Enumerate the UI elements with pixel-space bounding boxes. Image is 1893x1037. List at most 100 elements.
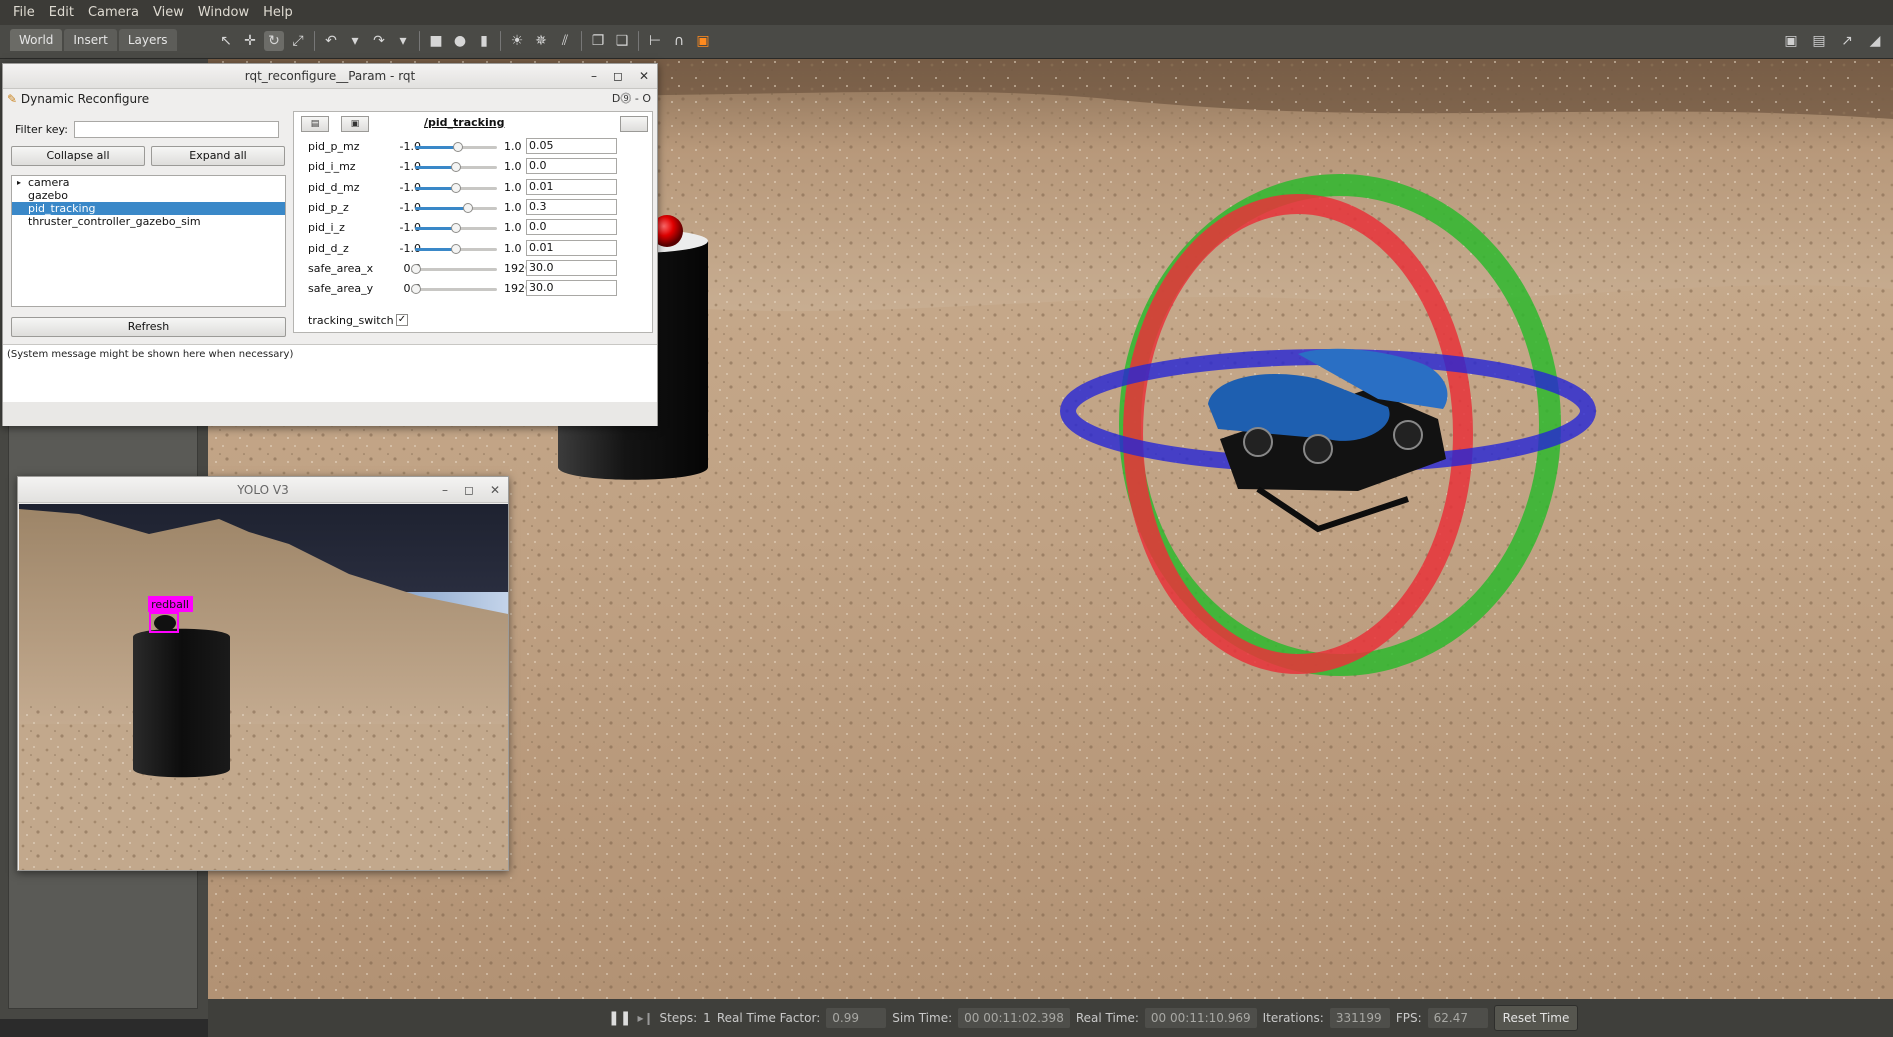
collapse-icon[interactable]: ◢ (1865, 31, 1885, 51)
param-value-input[interactable]: 0.01 (526, 178, 617, 195)
toolbar-divider (581, 31, 582, 51)
param-slider[interactable] (415, 142, 497, 152)
param-slider[interactable] (411, 263, 497, 274)
reset-time-button[interactable]: Reset Time (1493, 1005, 1579, 1031)
slider-handle[interactable] (463, 202, 473, 213)
menu-file[interactable]: File (6, 5, 42, 20)
param-max: 1.0 (504, 160, 522, 174)
spot-light-icon[interactable]: ✵ (531, 31, 551, 51)
param-slider[interactable] (415, 162, 497, 173)
yolo-titlebar[interactable]: YOLO V3 – ◻ ✕ (18, 477, 508, 503)
select-arrow-icon[interactable]: ↖ (216, 31, 236, 51)
slider-handle[interactable] (451, 182, 461, 193)
param-value-input[interactable]: 0.3 (526, 198, 617, 215)
steps-value[interactable]: 1 (703, 1011, 711, 1025)
redo-icon[interactable]: ↷ (369, 31, 389, 51)
param-max: 1.0 (504, 241, 522, 255)
tree-item-pid-tracking[interactable]: pid_tracking (12, 202, 285, 215)
filter-key-input[interactable] (74, 121, 279, 138)
param-value-input[interactable]: 30.0 (526, 259, 617, 276)
slider-handle[interactable] (451, 223, 461, 234)
scale-icon[interactable]: ⤢ (288, 31, 308, 51)
tracking-switch-checkbox[interactable]: ✓ (396, 314, 408, 326)
load-icon[interactable]: ▤ (301, 116, 329, 132)
param-row-pid-i-z: pid_i_z -1.0 1.0 0.0 (308, 219, 653, 237)
detection-label: redball (151, 598, 189, 611)
chevron-right-icon[interactable]: ▸ (17, 176, 21, 189)
param-value-input[interactable]: 30.0 (526, 280, 617, 297)
maximize-icon[interactable]: ◻ (464, 477, 474, 503)
collapse-all-button[interactable]: Collapse all (11, 146, 145, 166)
save-icon[interactable]: ▣ (341, 116, 369, 132)
param-slider[interactable] (415, 243, 497, 254)
real-time-label: Real Time: (1075, 1011, 1139, 1025)
param-max: 1.0 (504, 221, 522, 235)
rtf-label: Real Time Factor: (716, 1011, 821, 1025)
step-icon[interactable]: ▸❙ (637, 1011, 653, 1025)
cylinder-shape-icon[interactable]: ▮ (474, 31, 494, 51)
rqt-status-strip (3, 402, 657, 426)
rqt-titlebar[interactable]: rqt_reconfigure__Param - rqt – ◻ ✕ (3, 64, 657, 89)
menu-bar: File Edit Camera View Window Help (0, 0, 1893, 25)
param-slider[interactable] (411, 284, 497, 295)
expand-all-button[interactable]: Expand all (151, 146, 285, 166)
tab-layers[interactable]: Layers (118, 29, 177, 51)
chevron-down-icon[interactable]: ▾ (393, 31, 413, 51)
iterations-value: 331199 (1329, 1008, 1390, 1028)
rqt-window-title: rqt_reconfigure__Param - rqt (244, 69, 416, 83)
menu-window[interactable]: Window (191, 5, 256, 20)
tab-insert[interactable]: Insert (64, 29, 117, 51)
rotate-icon[interactable]: ↻ (264, 31, 284, 51)
slider-fill (415, 227, 456, 231)
pause-icon[interactable]: ❚❚ (608, 1010, 631, 1026)
maximize-icon[interactable]: ◻ (613, 64, 623, 89)
directional-light-icon[interactable]: ⫽ (555, 31, 575, 51)
param-slider[interactable] (415, 223, 497, 234)
copy-icon[interactable]: ❐ (588, 31, 608, 51)
menu-edit[interactable]: Edit (42, 5, 81, 20)
plot-icon[interactable]: ↗ (1837, 31, 1857, 51)
plugin-controls-icon[interactable]: D⓽ - O (612, 89, 651, 109)
minimize-icon[interactable]: – (442, 477, 448, 503)
param-slider[interactable] (415, 202, 497, 213)
yolo-camera-image: redball (19, 504, 508, 870)
slider-handle[interactable] (451, 162, 461, 173)
close-node-button[interactable] (620, 116, 648, 132)
slider-handle[interactable] (411, 263, 421, 274)
sphere-shape-icon[interactable]: ● (450, 31, 470, 51)
screenshot-camera-icon[interactable]: ▣ (1781, 31, 1801, 51)
param-value-input[interactable]: 0.0 (526, 219, 617, 236)
tree-item-camera[interactable]: ▸ camera (12, 176, 285, 189)
close-icon[interactable]: ✕ (490, 477, 500, 503)
menu-help[interactable]: Help (256, 5, 300, 20)
param-value-input[interactable]: 0.01 (526, 239, 617, 256)
tree-item-gazebo[interactable]: gazebo (12, 189, 285, 202)
minimize-icon[interactable]: – (591, 64, 597, 89)
gazebo-toolbar: World Insert Layers ↖ ✛ ↻ ⤢ ↶ ▾ ↷ ▾ ■ ● … (0, 25, 1893, 59)
align-icon[interactable]: ⊢ (645, 31, 665, 51)
close-icon[interactable]: ✕ (639, 64, 649, 89)
snap-icon[interactable]: ∩ (669, 31, 689, 51)
param-row-pid-d-mz: pid_d_mz -1.0 1.0 0.01 (308, 178, 653, 197)
tab-world[interactable]: World (10, 29, 63, 51)
tree-item-thruster-controller[interactable]: thruster_controller_gazebo_sim (12, 215, 285, 228)
orange-select-icon[interactable]: ▣ (693, 31, 713, 51)
slider-handle[interactable] (451, 243, 461, 254)
chevron-down-icon[interactable]: ▾ (345, 31, 365, 51)
param-value-input[interactable]: 0.0 (526, 158, 617, 175)
param-value-input[interactable]: 0.05 (526, 138, 617, 154)
paste-icon[interactable]: ❑ (612, 31, 632, 51)
menu-view[interactable]: View (146, 5, 191, 20)
point-light-icon[interactable]: ☀ (507, 31, 527, 51)
box-shape-icon[interactable]: ■ (426, 31, 446, 51)
translate-move-icon[interactable]: ✛ (240, 31, 260, 51)
record-log-icon[interactable]: ▤ (1809, 31, 1829, 51)
undo-icon[interactable]: ↶ (321, 31, 341, 51)
slider-handle[interactable] (453, 142, 463, 152)
refresh-button[interactable]: Refresh (11, 317, 286, 337)
param-row-tracking-switch: tracking_switch ✓ (308, 312, 653, 330)
param-row-pid-p-z: pid_p_z -1.0 1.0 0.3 (308, 198, 653, 217)
param-slider[interactable] (415, 182, 497, 193)
param-row-pid-p-mz: pid_p_mz -1.0 1.0 0.05 (308, 138, 653, 156)
menu-camera[interactable]: Camera (81, 5, 146, 20)
